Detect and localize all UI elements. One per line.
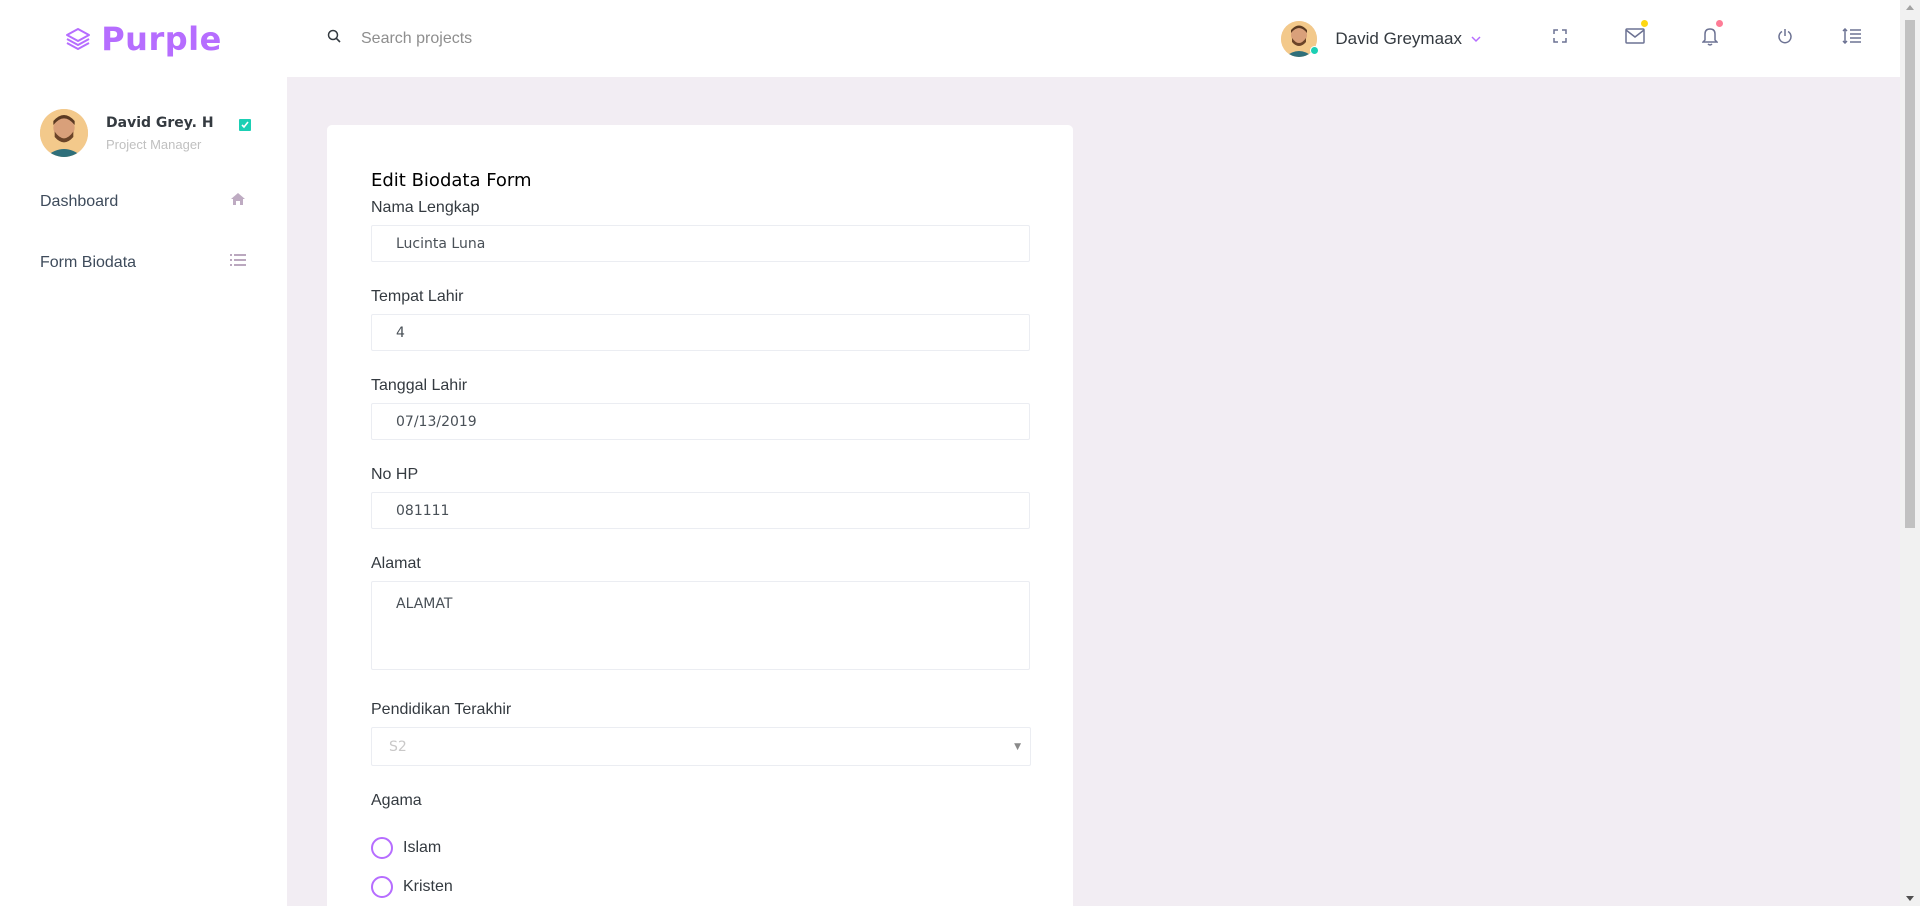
profile-name: David Greymaax — [1335, 28, 1462, 48]
pendidikan-selected-value: S2 — [389, 738, 407, 755]
field-pendidikan-terakhir: Pendidikan Terakhir S2 ▼ — [371, 701, 1031, 766]
notifications-button[interactable] — [1672, 0, 1747, 77]
fullscreen-icon — [1552, 29, 1567, 48]
page-scrollbar[interactable] — [1900, 0, 1920, 906]
logout-button[interactable] — [1747, 0, 1822, 77]
brand-name: Purple — [101, 19, 222, 58]
card-title: Edit Biodata Form — [371, 170, 532, 191]
radio-button[interactable] — [371, 836, 393, 859]
brand-logo[interactable]: Purple — [0, 0, 287, 77]
field-tanggal-lahir: Tanggal Lahir 07/13/2019 — [371, 377, 1030, 440]
radio-option-kristen[interactable]: Kristen — [371, 867, 1029, 906]
nama-lengkap-input[interactable]: Lucinta Luna — [371, 225, 1030, 262]
search-icon — [327, 29, 341, 48]
field-no-hp: No HP 081111 — [371, 466, 1030, 529]
field-label: Alamat — [371, 555, 421, 572]
field-label: Tempat Lahir — [371, 288, 464, 305]
list-icon — [230, 253, 246, 272]
sidebar-item-form-biodata[interactable]: Form Biodata — [0, 232, 287, 293]
caret-down-icon: ▼ — [1014, 741, 1021, 752]
profile-dropdown[interactable]: David Greymaax — [1281, 20, 1482, 57]
scroll-down-icon[interactable] — [1906, 896, 1914, 901]
sidebar: David Grey. H Project Manager Dashboard … — [0, 77, 287, 906]
layers-icon — [65, 27, 91, 51]
search-input[interactable] — [361, 29, 661, 48]
field-alamat: Alamat ALAMAT — [371, 555, 1030, 675]
sidebar-item-label: Form Biodata — [40, 253, 137, 271]
fullscreen-button[interactable] — [1522, 0, 1597, 77]
field-label: No HP — [371, 466, 419, 483]
top-navbar: Purple Search projects David Greymaax — [0, 0, 1900, 77]
field-label: Agama — [371, 792, 422, 809]
sidebar-profile-name: David Grey. H — [106, 114, 214, 131]
field-nama-lengkap: Nama Lengkap Lucinta Luna — [371, 199, 1030, 262]
bell-icon — [1700, 26, 1719, 51]
sidebar-toggle-button[interactable] — [1822, 0, 1882, 77]
online-status-dot — [1310, 45, 1320, 55]
navbar-right: David Greymaax — [1281, 0, 1900, 77]
pendidikan-select[interactable]: S2 ▼ — [371, 727, 1031, 766]
scroll-thumb[interactable] — [1905, 20, 1915, 528]
radio-label: Kristen — [403, 877, 453, 895]
tanggal-lahir-input[interactable]: 07/13/2019 — [371, 403, 1030, 440]
radio-option-islam[interactable]: Islam — [371, 828, 1029, 867]
sidebar-item-label: Dashboard — [40, 192, 119, 210]
alamat-textarea[interactable]: ALAMAT — [371, 581, 1030, 670]
menu-icon — [1842, 27, 1862, 49]
field-label: Pendidikan Terakhir — [371, 701, 512, 718]
sidebar-profile-role: Project Manager — [106, 136, 202, 152]
edit-biodata-card: Edit Biodata Form Nama Lengkap Lucinta L… — [327, 125, 1073, 906]
power-icon — [1777, 28, 1793, 49]
sidebar-avatar — [40, 109, 88, 157]
scroll-up-icon[interactable] — [1906, 5, 1914, 10]
mail-badge — [1641, 20, 1648, 27]
chevron-down-icon — [1470, 30, 1482, 48]
field-label: Nama Lengkap — [371, 199, 480, 216]
avatar — [1281, 20, 1320, 57]
radio-label: Islam — [403, 838, 442, 856]
tempat-lahir-input[interactable]: 4 — [371, 314, 1030, 351]
mail-icon — [1624, 28, 1645, 49]
sidebar-item-dashboard[interactable]: Dashboard — [0, 171, 287, 232]
field-agama: Agama Islam Kristen — [371, 792, 1029, 906]
notification-badge — [1716, 20, 1723, 27]
field-label: Tanggal Lahir — [371, 377, 468, 394]
search-bar — [327, 29, 661, 48]
radio-button[interactable] — [371, 875, 393, 898]
home-icon — [230, 192, 246, 211]
bookmark-check-icon — [238, 118, 252, 137]
sidebar-menu: Dashboard Form Biodata — [0, 171, 287, 293]
mail-button[interactable] — [1597, 0, 1672, 77]
sidebar-profile[interactable]: David Grey. H Project Manager — [0, 77, 287, 167]
no-hp-input[interactable]: 081111 — [371, 492, 1030, 529]
field-tempat-lahir: Tempat Lahir 4 — [371, 288, 1030, 351]
